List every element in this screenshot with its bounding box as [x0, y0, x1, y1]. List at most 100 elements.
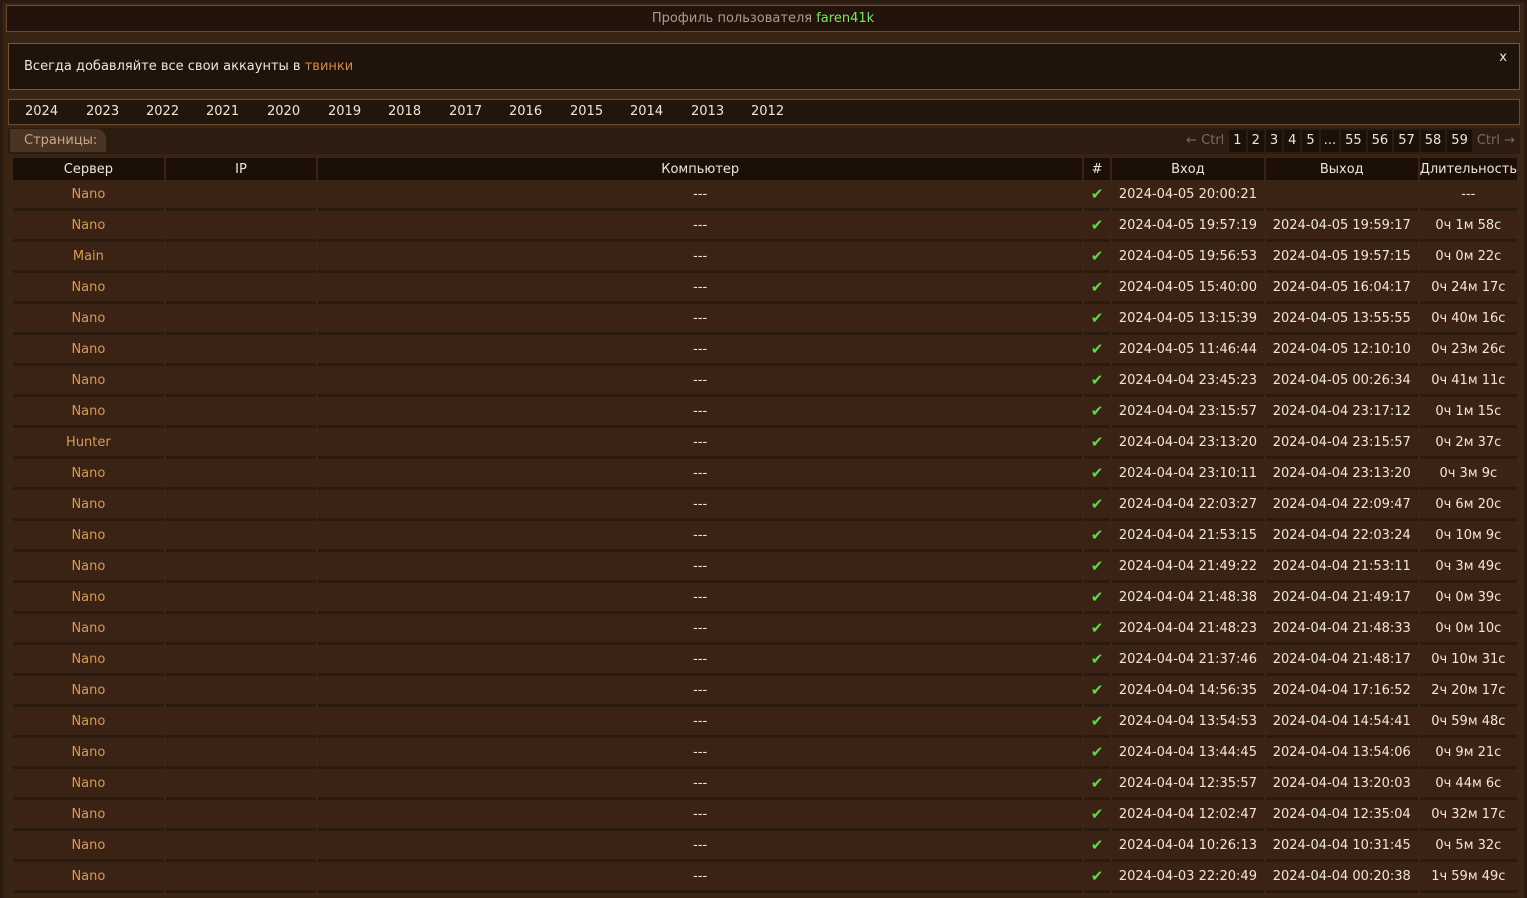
- ip-cell: [165, 211, 317, 242]
- table-row: Nano --- ✔ 2024-04-05 19:57:19 2024-04-05 19…: [13, 211, 1517, 242]
- page-link-56[interactable]: 56: [1367, 130, 1393, 152]
- year-tab-2016[interactable]: 2016: [509, 104, 542, 119]
- computer-cell: ---: [318, 583, 1083, 614]
- col-server-header: Сервер: [13, 158, 164, 180]
- year-tab-2017[interactable]: 2017: [449, 104, 482, 119]
- pager-ellipsis: ...: [1320, 130, 1340, 152]
- computer-cell: ---: [318, 707, 1083, 738]
- col-computer-header: Компьютер: [318, 158, 1083, 180]
- table-row: Nano --- ✔ 2024-04-04 12:02:47 2024-04-04 12…: [13, 800, 1517, 831]
- table-row: Nano --- ✔ 2024-04-04 21:49:22 2024-04-04 21…: [13, 552, 1517, 583]
- check-icon: ✔: [1084, 552, 1111, 583]
- logout-cell: 2024-04-04 12:35:04: [1265, 800, 1418, 831]
- page-link-2[interactable]: 2: [1247, 130, 1264, 152]
- logout-cell: 2024-04-04 23:13:20: [1265, 459, 1418, 490]
- year-tab-2013[interactable]: 2013: [691, 104, 724, 119]
- computer-cell: ---: [318, 335, 1083, 366]
- computer-cell: ---: [318, 800, 1083, 831]
- server-cell: Nano: [13, 366, 164, 397]
- logout-cell: 2024-04-04 23:17:12: [1265, 397, 1418, 428]
- year-tab-2015[interactable]: 2015: [570, 104, 603, 119]
- logout-cell: 2024-04-04 21:49:17: [1265, 583, 1418, 614]
- duration-cell: 0ч 41м 11с: [1419, 366, 1517, 397]
- table-row: Nano --- ✔ 2024-04-04 10:26:13 2024-04-04 10…: [13, 831, 1517, 862]
- table-row: Nano --- ✔ 2024-04-04 21:48:23 2024-04-04 21…: [13, 614, 1517, 645]
- server-cell: Nano: [13, 738, 164, 769]
- duration-cell: 0ч 1м 58с: [1419, 211, 1517, 242]
- logout-cell: 2024-04-04 22:03:24: [1265, 521, 1418, 552]
- ip-cell: [165, 180, 317, 211]
- duration-cell: 0ч 6м 20с: [1419, 490, 1517, 521]
- close-icon[interactable]: x: [1499, 50, 1507, 65]
- year-tab-2021[interactable]: 2021: [206, 104, 239, 119]
- computer-cell: ---: [318, 490, 1083, 521]
- check-icon: ✔: [1084, 614, 1111, 645]
- logout-cell: 2024-04-04 21:48:17: [1265, 645, 1418, 676]
- table-header-row: Сервер IP Компьютер # Вход Выход Длительность: [13, 158, 1517, 180]
- table-row: Nano --- ✔ 2024-04-04 23:15:57 2024-04-04 23…: [13, 397, 1517, 428]
- computer-cell: ---: [318, 552, 1083, 583]
- check-icon: ✔: [1084, 862, 1111, 893]
- duration-cell: 0ч 10м 9с: [1419, 521, 1517, 552]
- logout-cell: 2024-04-04 00:20:38: [1265, 862, 1418, 893]
- page-link-1[interactable]: 1: [1229, 130, 1246, 152]
- page-link-3[interactable]: 3: [1265, 130, 1283, 152]
- login-cell: 2024-04-04 12:35:57: [1112, 769, 1264, 800]
- year-tab-2023[interactable]: 2023: [86, 104, 119, 119]
- check-icon: ✔: [1084, 800, 1111, 831]
- prev-page-link[interactable]: ← Ctrl: [1183, 130, 1227, 152]
- year-tab-2012[interactable]: 2012: [751, 104, 784, 119]
- page-link-58[interactable]: 58: [1420, 130, 1446, 152]
- check-icon: ✔: [1084, 273, 1111, 304]
- login-cell: 2024-04-04 10:26:13: [1112, 831, 1264, 862]
- ip-cell: [165, 490, 317, 521]
- duration-cell: 2ч 20м 17с: [1419, 676, 1517, 707]
- computer-cell: ---: [318, 459, 1083, 490]
- table-row: Nano --- ✔ 2024-04-04 13:44:45 2024-04-04 13…: [13, 738, 1517, 769]
- logout-cell: 2024-04-04 22:09:47: [1265, 490, 1418, 521]
- duration-cell: 0ч 0м 10с: [1419, 614, 1517, 645]
- duration-cell: 0ч 5м 32с: [1419, 831, 1517, 862]
- notice-text: Всегда добавляйте все свои аккаунты в: [24, 59, 301, 74]
- year-tab-2018[interactable]: 2018: [388, 104, 421, 119]
- check-icon: ✔: [1084, 335, 1111, 366]
- year-tab-2024[interactable]: 2024: [25, 104, 58, 119]
- logout-cell: 2024-04-05 00:26:34: [1265, 366, 1418, 397]
- ip-cell: [165, 397, 317, 428]
- check-icon: ✔: [1084, 459, 1111, 490]
- page-link-55[interactable]: 55: [1341, 130, 1366, 152]
- login-cell: 2024-04-04 23:10:11: [1112, 459, 1264, 490]
- table-row: Nano --- ✔ 2024-04-04 12:35:57 2024-04-04 13…: [13, 769, 1517, 800]
- ip-cell: [165, 273, 317, 304]
- page-link-4[interactable]: 4: [1284, 130, 1301, 152]
- duration-cell: 0ч 9м 21с: [1419, 738, 1517, 769]
- computer-cell: ---: [318, 180, 1083, 211]
- ip-cell: [165, 862, 317, 893]
- duration-cell: 0ч 3м 49с: [1419, 552, 1517, 583]
- year-tab-2022[interactable]: 2022: [146, 104, 179, 119]
- login-cell: 2024-04-04 21:48:23: [1112, 614, 1264, 645]
- table-row: Main --- ✔ 2024-04-05 19:56:53 2024-04-05 19…: [13, 242, 1517, 273]
- next-page-link[interactable]: Ctrl →: [1474, 130, 1518, 152]
- computer-cell: ---: [318, 738, 1083, 769]
- server-cell: Nano: [13, 583, 164, 614]
- profile-header: Профиль пользователя faren41k: [6, 5, 1520, 32]
- login-cell: 2024-04-04 23:13:20: [1112, 428, 1264, 459]
- check-icon: ✔: [1084, 304, 1111, 335]
- page-link-59[interactable]: 59: [1447, 130, 1472, 152]
- year-tab-2014[interactable]: 2014: [630, 104, 663, 119]
- server-cell: Nano: [13, 614, 164, 645]
- year-tab-2020[interactable]: 2020: [267, 104, 300, 119]
- ip-cell: [165, 769, 317, 800]
- page-link-5[interactable]: 5: [1302, 130, 1319, 152]
- computer-cell: ---: [318, 769, 1083, 800]
- check-icon: ✔: [1084, 769, 1111, 800]
- page-link-57[interactable]: 57: [1394, 130, 1419, 152]
- login-cell: 2024-04-04 21:37:46: [1112, 645, 1264, 676]
- twinks-link[interactable]: твинки: [305, 59, 353, 74]
- table-row: Nano --- ✔ 2024-04-05 11:46:44 2024-04-05 12…: [13, 335, 1517, 366]
- pagination-bar: Страницы: ← Ctrl 1 2 3 4 5... 55 56 57 58 59 Ctrl …: [8, 128, 1520, 154]
- year-tab-2019[interactable]: 2019: [328, 104, 361, 119]
- login-cell: 2024-04-04 22:03:27: [1112, 490, 1264, 521]
- username: faren41k: [816, 11, 875, 26]
